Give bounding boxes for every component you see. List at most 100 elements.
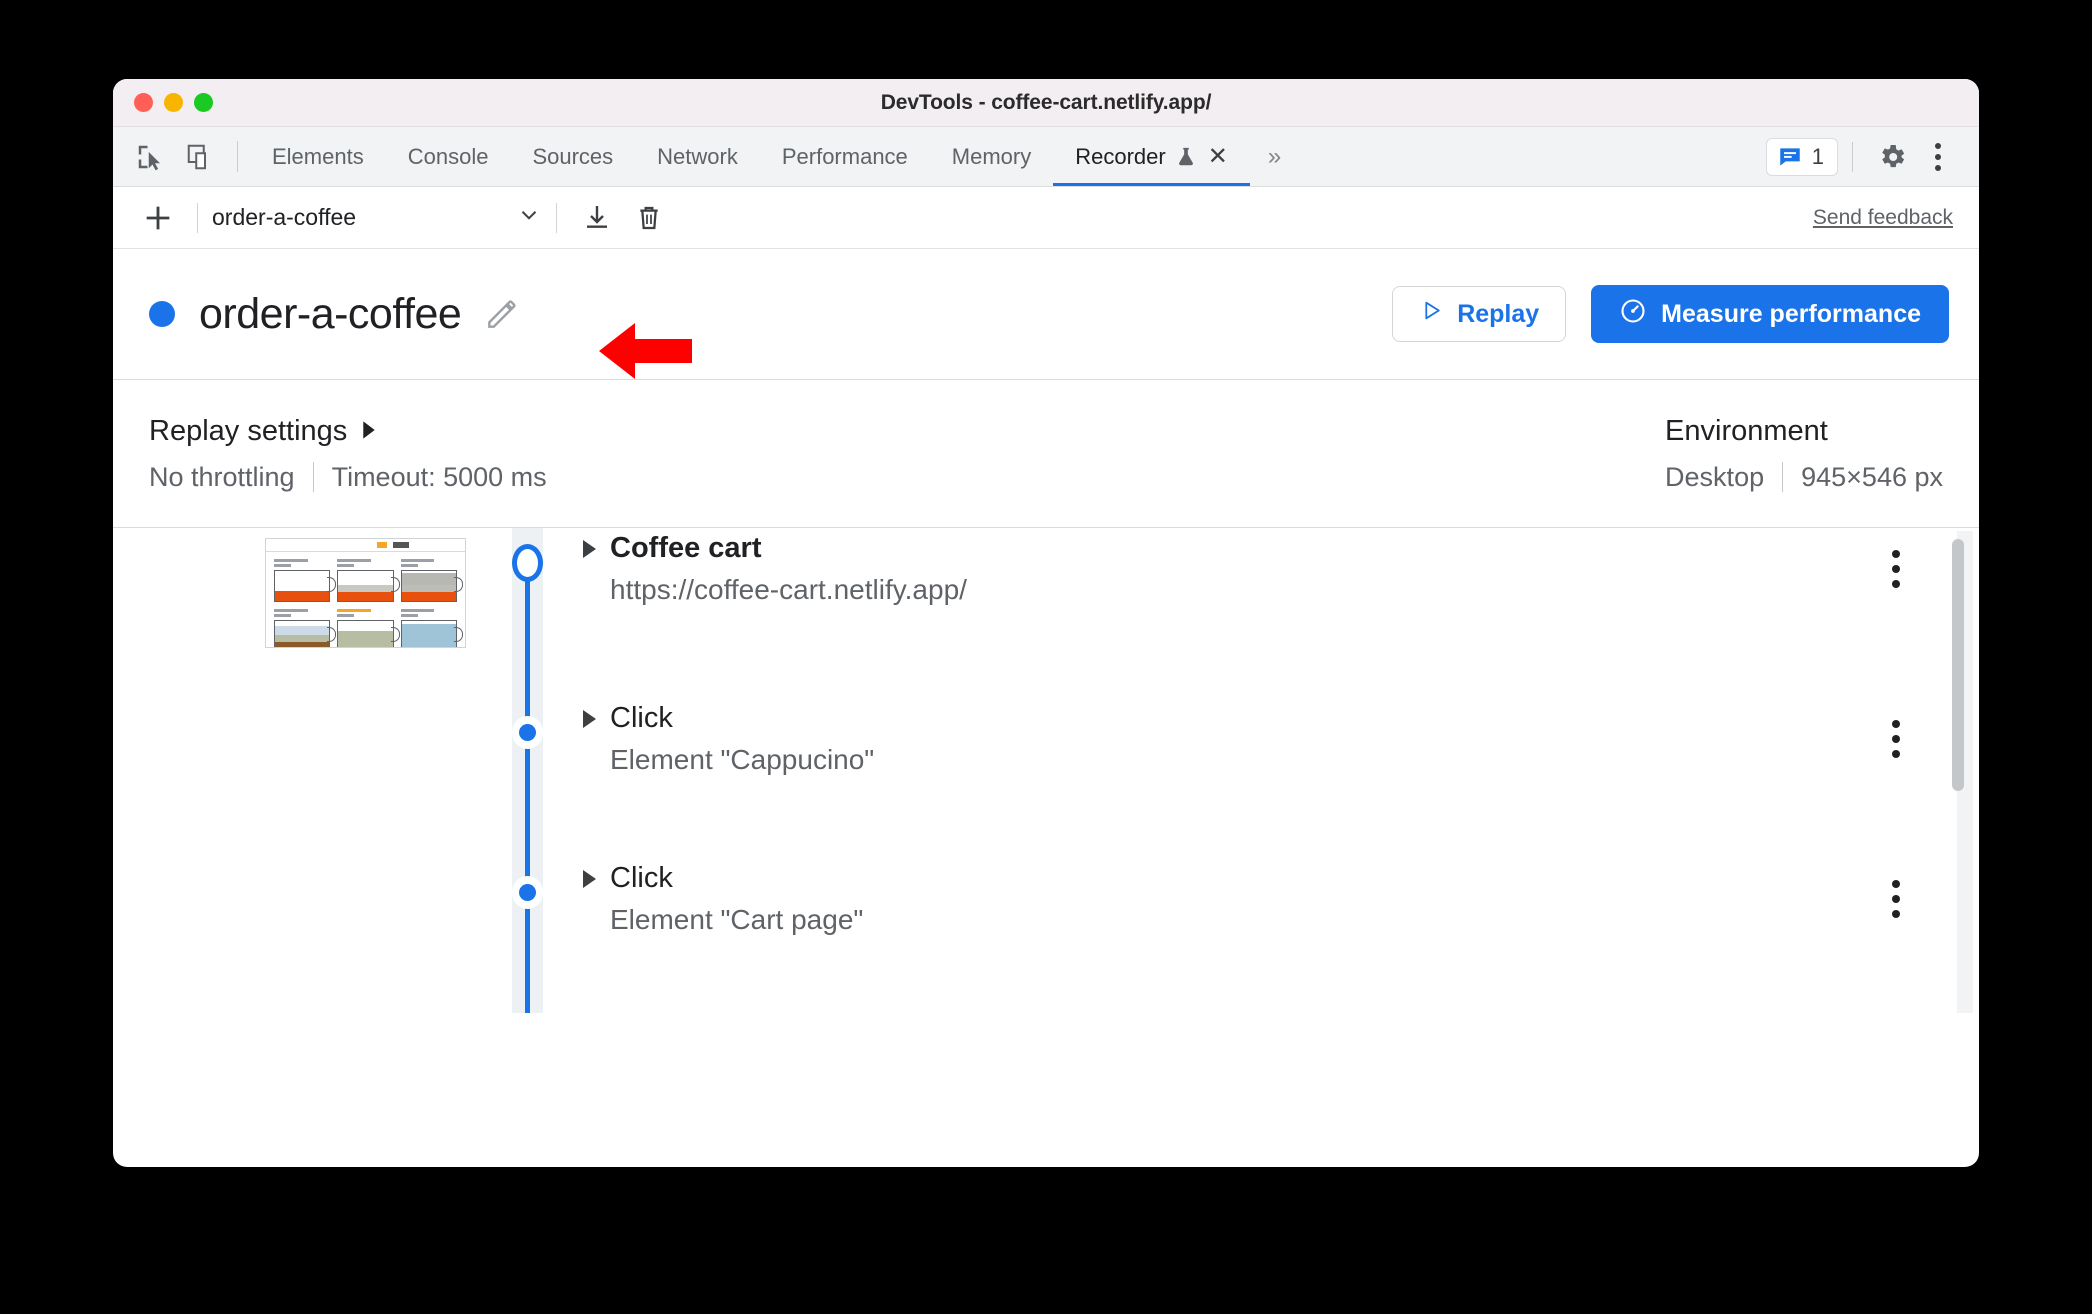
thumbnail-coffee-grid — [266, 552, 465, 647]
traffic-light-buttons[interactable] — [113, 93, 213, 112]
step-subtitle: https://coffee-cart.netlify.app/ — [610, 574, 967, 605]
step-content: Coffee cart https://coffee-cart.netlify.… — [583, 528, 967, 606]
steps-scrollbar-thumb[interactable] — [1952, 539, 1964, 791]
environment-viewport: 945×546 px — [1801, 461, 1943, 492]
environment-device: Desktop — [1665, 461, 1765, 492]
step-content: Click Element "Cart page" — [583, 858, 863, 936]
close-recorder-tab-icon[interactable]: ✕ — [1208, 144, 1228, 169]
step-marker — [512, 716, 543, 749]
measure-performance-button[interactable]: Measure performance — [1591, 285, 1949, 343]
replay-settings-section: Replay settings No throttling Timeout: 5… — [149, 380, 547, 527]
environment-summary: Desktop 945×546 px — [1665, 462, 1943, 493]
tab-memory[interactable]: Memory — [930, 127, 1053, 186]
panel-tabs: Elements Console Sources Network Perform… — [250, 127, 1250, 186]
device-toolbar-icon[interactable] — [175, 127, 225, 186]
pencil-icon[interactable] — [483, 295, 521, 333]
tab-label: Elements — [272, 143, 364, 169]
export-icon[interactable] — [571, 202, 623, 234]
tab-elements[interactable]: Elements — [250, 127, 386, 186]
steps-list: Coffee cart https://coffee-cart.netlify.… — [113, 528, 1979, 1013]
tabstrip-divider — [1852, 141, 1853, 172]
step-options-kebab-icon[interactable] — [1876, 550, 1916, 588]
minimize-window-button[interactable] — [164, 93, 183, 112]
summary-divider — [1782, 462, 1784, 492]
message-count: 1 — [1811, 143, 1824, 169]
tab-label: Network — [657, 143, 738, 169]
thumbnail-topbar — [266, 539, 465, 552]
recording-status-dot — [149, 301, 175, 327]
environment-section: Environment Desktop 945×546 px — [1665, 380, 1943, 527]
recorder-toolbar: order-a-coffee Send feedback — [113, 187, 1979, 249]
tabstrip-right-actions: 1 — [1765, 127, 1979, 186]
recording-select[interactable]: order-a-coffee — [212, 202, 542, 233]
timeout-value: Timeout: 5000 ms — [331, 461, 547, 492]
devtools-tabstrip: Elements Console Sources Network Perform… — [113, 127, 1979, 187]
window-titlebar: DevTools - coffee-cart.netlify.app/ — [113, 79, 1979, 127]
expand-step-triangle-icon[interactable] — [583, 709, 596, 728]
step-title: Click — [610, 862, 673, 894]
more-tabs-chevron-icon[interactable]: » — [1250, 127, 1299, 186]
recording-header: order-a-coffee Replay Measure performanc… — [113, 249, 1979, 380]
step-row[interactable]: Coffee cart https://coffee-cart.netlify.… — [113, 528, 1979, 698]
tab-sources[interactable]: Sources — [510, 127, 635, 186]
throttling-value: No throttling — [149, 461, 295, 492]
environment-heading: Environment — [1665, 414, 1828, 447]
tab-network[interactable]: Network — [635, 127, 760, 186]
selected-recording-name: order-a-coffee — [212, 204, 357, 230]
delete-icon[interactable] — [623, 202, 675, 234]
tab-console[interactable]: Console — [386, 127, 511, 186]
more-options-kebab-icon[interactable] — [1915, 134, 1961, 180]
step-title: Click — [610, 702, 673, 734]
replay-settings-heading: Replay settings — [149, 414, 348, 447]
recording-title: order-a-coffee — [199, 289, 462, 338]
settings-gear-icon[interactable] — [1869, 134, 1915, 180]
send-feedback-link[interactable]: Send feedback — [1813, 206, 1953, 230]
tab-performance[interactable]: Performance — [760, 127, 930, 186]
toolbar-divider — [556, 202, 557, 233]
replay-settings-summary: No throttling Timeout: 5000 ms — [149, 462, 547, 493]
toolbar-divider — [197, 202, 198, 233]
devtools-window: DevTools - coffee-cart.netlify.app/ Elem… — [113, 79, 1979, 1167]
message-icon — [1780, 147, 1800, 166]
chevron-down-icon — [516, 202, 542, 233]
speedometer-icon — [1619, 297, 1647, 332]
maximize-window-button[interactable] — [194, 93, 213, 112]
replay-button[interactable]: Replay — [1392, 286, 1567, 342]
step-marker — [512, 876, 543, 909]
replay-label: Replay — [1457, 299, 1540, 328]
tab-recorder[interactable]: Recorder ✕ — [1053, 127, 1250, 186]
tab-label: Recorder — [1075, 143, 1166, 169]
expand-step-triangle-icon[interactable] — [583, 869, 596, 888]
step-row[interactable]: Click Element "Cart page" — [113, 858, 1979, 1013]
step-marker-current — [512, 544, 543, 582]
console-messages-badge[interactable]: 1 — [1765, 137, 1838, 176]
step-thumbnail — [265, 538, 466, 648]
tab-label: Memory — [951, 143, 1032, 169]
inspect-element-icon[interactable] — [125, 127, 175, 186]
step-subtitle: Element "Cappucino" — [610, 744, 875, 775]
expand-step-triangle-icon[interactable] — [583, 539, 596, 558]
step-options-kebab-icon[interactable] — [1876, 880, 1916, 918]
step-row[interactable]: Click Element "Cappucino" — [113, 698, 1979, 858]
tab-label: Console — [407, 143, 489, 169]
experimental-flask-icon — [1175, 145, 1197, 169]
step-title: Coffee cart — [610, 532, 762, 564]
close-window-button[interactable] — [134, 93, 153, 112]
play-triangle-icon — [1419, 298, 1444, 330]
step-content: Click Element "Cappucino" — [583, 698, 874, 776]
replay-settings-toggle[interactable]: Replay settings — [149, 415, 547, 448]
recording-actions: Replay Measure performance — [1392, 285, 1949, 343]
step-subtitle: Element "Cart page" — [610, 904, 864, 935]
toolbar-divider — [237, 141, 238, 172]
tab-label: Performance — [781, 143, 908, 169]
create-recording-button[interactable] — [133, 201, 183, 235]
measure-performance-label: Measure performance — [1661, 299, 1921, 328]
tab-label: Sources — [532, 143, 614, 169]
summary-divider — [312, 462, 314, 492]
settings-band: Replay settings No throttling Timeout: 5… — [113, 380, 1979, 528]
step-options-kebab-icon[interactable] — [1876, 720, 1916, 758]
window-title: DevTools - coffee-cart.netlify.app/ — [880, 90, 1212, 114]
expand-triangle-icon — [360, 415, 378, 448]
steps-scrollbar-track[interactable] — [1952, 531, 1973, 1013]
screenshot-stage: DevTools - coffee-cart.netlify.app/ Elem… — [0, 0, 2092, 1314]
